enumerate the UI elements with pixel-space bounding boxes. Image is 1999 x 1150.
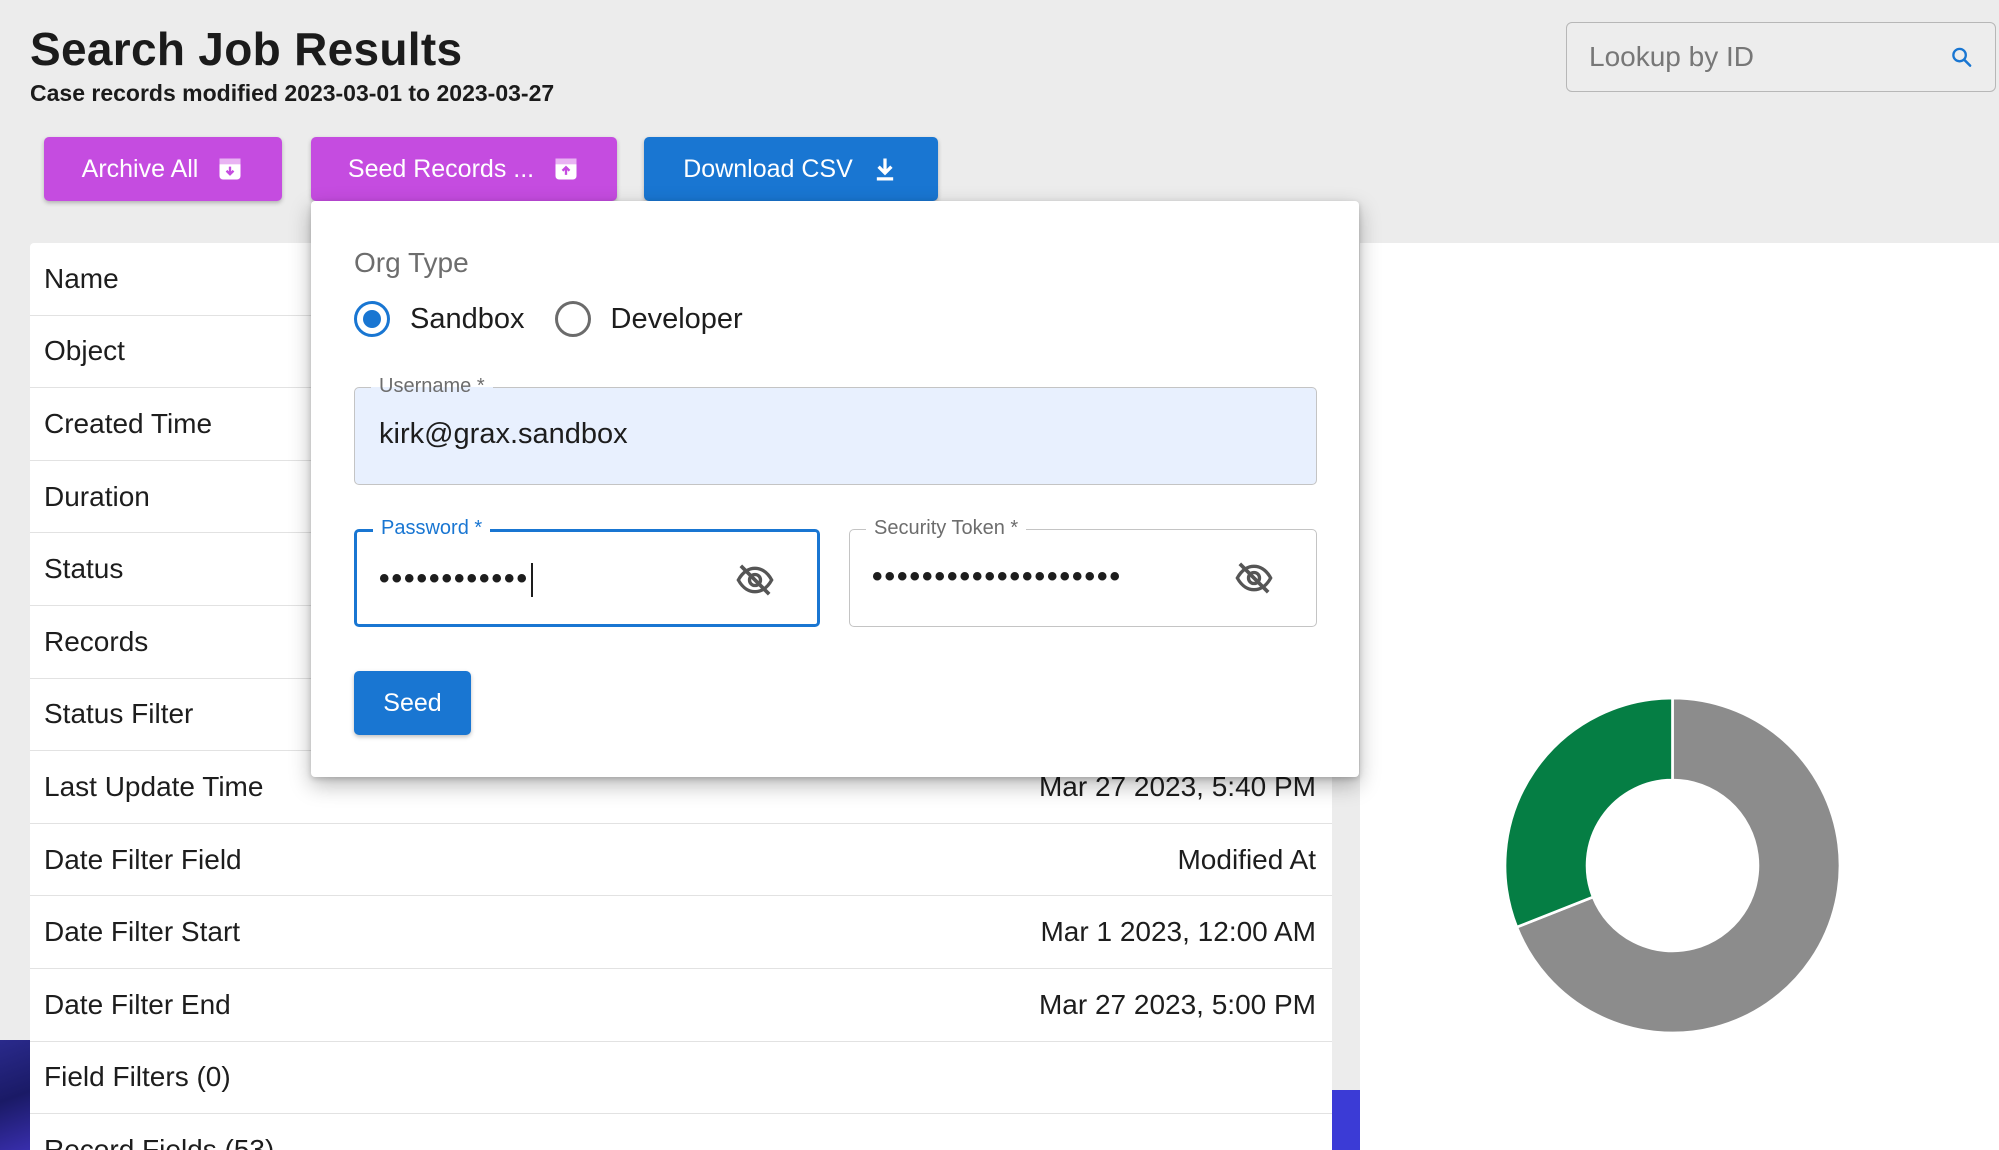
page-subtitle: Case records modified 2023-03-01 to 2023… xyxy=(30,80,555,106)
row-label: Records xyxy=(44,625,149,657)
row-label: Duration xyxy=(44,480,150,512)
row-label: Status xyxy=(44,553,124,585)
table-row: Date Filter Start Mar 1 2023, 12:00 AM xyxy=(30,896,1332,969)
download-icon xyxy=(876,158,893,181)
lookup-by-id-field[interactable] xyxy=(1566,22,1996,92)
seed-button[interactable]: Seed xyxy=(354,671,471,735)
seed-records-label: Seed Records ... xyxy=(347,154,535,183)
username-label: Username * xyxy=(371,374,493,398)
unarchive-icon xyxy=(555,158,577,180)
row-label: Field Filters (0) xyxy=(44,1061,231,1093)
download-csv-label: Download CSV xyxy=(683,154,853,183)
chart-card xyxy=(1360,243,1999,1150)
password-value: •••••••••••• xyxy=(379,562,530,595)
background-decoration-mid xyxy=(1330,1090,1362,1150)
download-csv-button[interactable]: Download CSV xyxy=(644,137,938,201)
radio-developer[interactable] xyxy=(554,301,591,337)
page-title: Search Job Results xyxy=(30,23,463,75)
password-value-wrap: •••••••••••• xyxy=(379,562,534,598)
username-field[interactable]: Username * kirk@grax.sandbox xyxy=(354,374,1317,485)
org-type-label: Org Type xyxy=(354,247,469,278)
table-row[interactable]: Field Filters (0) xyxy=(30,1042,1332,1115)
archive-icon xyxy=(219,158,241,180)
security-token-label: Security Token * xyxy=(866,516,1027,540)
search-icon[interactable] xyxy=(1950,39,1973,75)
archive-all-label: Archive All xyxy=(81,154,199,183)
donut-chart xyxy=(1505,698,1840,1033)
row-label: Object xyxy=(44,335,125,367)
table-row: Date Filter End Mar 27 2023, 5:00 PM xyxy=(30,969,1332,1042)
seed-records-button[interactable]: Seed Records ... xyxy=(311,137,617,201)
visibility-off-icon[interactable] xyxy=(735,560,775,600)
security-token-field[interactable]: Security Token * •••••••••••••••••••• xyxy=(849,516,1317,627)
row-value: Modified At xyxy=(1177,843,1316,875)
row-label: Date Filter End xyxy=(44,988,231,1020)
text-caret xyxy=(531,563,534,598)
table-row: Date Filter Field Modified At xyxy=(30,824,1332,897)
password-label: Password * xyxy=(373,516,491,540)
username-value: kirk@grax.sandbox xyxy=(379,418,628,450)
archive-all-button[interactable]: Archive All xyxy=(44,137,282,201)
security-token-value: •••••••••••••••••••• xyxy=(872,560,1123,593)
lookup-input[interactable] xyxy=(1589,41,1950,73)
org-type-radio-group: Sandbox Developer xyxy=(354,301,773,337)
row-value: Mar 1 2023, 12:00 AM xyxy=(1040,916,1316,948)
password-field[interactable]: Password * •••••••••••• xyxy=(354,516,820,627)
visibility-off-icon[interactable] xyxy=(1234,558,1274,598)
radio-sandbox[interactable] xyxy=(354,301,390,337)
row-label: Name xyxy=(44,262,119,294)
seed-records-popover: Org Type Sandbox Developer Username * ki… xyxy=(311,201,1359,777)
radio-sandbox-label[interactable]: Sandbox xyxy=(410,303,525,336)
donut-slice-1[interactable] xyxy=(1505,698,1674,929)
row-value: Mar 27 2023, 5:00 PM xyxy=(1038,988,1316,1020)
table-row[interactable]: Record Fields (53) xyxy=(30,1114,1332,1150)
row-label: Date Filter Field xyxy=(44,843,242,875)
row-label: Last Update Time xyxy=(44,770,264,802)
row-label: Created Time xyxy=(44,407,213,439)
row-label: Date Filter Start xyxy=(44,916,241,948)
row-label: Status Filter xyxy=(44,698,194,730)
row-label: Record Fields (53) xyxy=(44,1133,275,1150)
radio-developer-label[interactable]: Developer xyxy=(611,303,743,336)
